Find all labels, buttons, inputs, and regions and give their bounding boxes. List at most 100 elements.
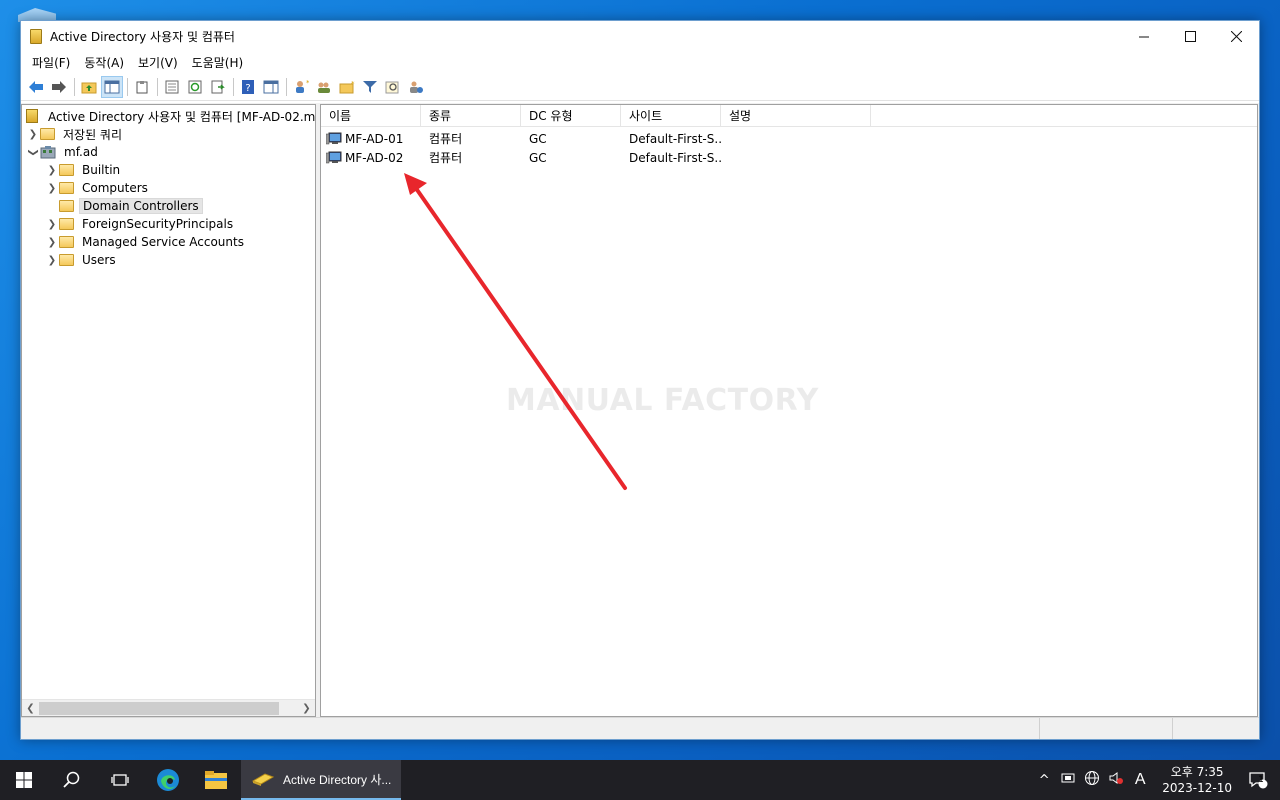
show-hide-console-tree-button[interactable] — [101, 75, 123, 98]
filter-button[interactable] — [359, 76, 381, 98]
status-segment-main — [21, 718, 1039, 739]
tree-item-builtin[interactable]: ❯ Builtin — [22, 161, 315, 179]
notification-center-button[interactable]: 1 — [1242, 771, 1280, 789]
minimize-icon — [1138, 36, 1149, 37]
close-button[interactable] — [1213, 21, 1259, 51]
clock-time: 오후 7:35 — [1170, 765, 1224, 779]
folder-icon — [59, 164, 74, 176]
tree-item-saved-queries[interactable]: ❯ 저장된 쿼리 — [22, 125, 315, 143]
up-one-level-button[interactable] — [78, 76, 100, 98]
details-pane[interactable]: 이름 종류 DC 유형 사이트 설명 MF-AD-01 컴퓨터 GC Defau… — [320, 104, 1258, 717]
menu-help[interactable]: 도움말(H) — [185, 54, 251, 71]
new-ou-button[interactable]: * — [336, 76, 358, 98]
svg-text:?: ? — [245, 83, 250, 94]
globe-icon[interactable] — [1080, 770, 1104, 790]
column-header-site[interactable]: 사이트 — [621, 105, 721, 126]
column-header-name[interactable]: 이름 — [321, 105, 421, 126]
row-type: 컴퓨터 — [429, 132, 463, 146]
export-icon — [211, 80, 225, 93]
tree-item-domain[interactable]: ❯ mf.ad — [22, 143, 315, 161]
row-name: MF-AD-02 — [345, 150, 404, 165]
find-icon — [385, 81, 399, 93]
tree-label-foreign-security-principals: ForeignSecurityPrincipals — [82, 217, 234, 231]
menu-action[interactable]: 동작(A) — [77, 54, 131, 71]
chevron-right-icon[interactable]: ❯ — [45, 165, 59, 176]
table-row[interactable]: MF-AD-02 컴퓨터 GC Default-First-S... — [321, 148, 1257, 167]
clipboard-icon — [136, 80, 148, 93]
export-list-button[interactable] — [207, 76, 229, 98]
forward-button[interactable] — [48, 76, 70, 98]
menu-file[interactable]: 파일(F) — [25, 54, 77, 71]
column-header-description[interactable]: 설명 — [721, 105, 871, 126]
clock-date: 2023-12-10 — [1162, 781, 1232, 795]
menu-bar: 파일(F) 동작(A) 보기(V) 도움말(H) — [21, 51, 1259, 73]
scroll-left-icon[interactable]: ❮ — [22, 703, 39, 714]
tree-label-domain-controllers: Domain Controllers — [79, 198, 203, 214]
scrollbar-thumb[interactable] — [39, 701, 279, 715]
tree-item-users[interactable]: ❯ Users — [22, 251, 315, 269]
network-adapter-icon[interactable] — [1056, 772, 1080, 788]
taskbar: Active Directory 사... ^ A 오후 7:35 2023-1… — [0, 760, 1280, 800]
chevron-right-icon[interactable]: ❯ — [45, 183, 59, 194]
task-view-icon — [111, 774, 129, 786]
folder-icon — [40, 128, 55, 140]
task-view-button[interactable] — [96, 760, 144, 800]
ime-indicator[interactable]: A — [1128, 771, 1152, 789]
chevron-right-icon[interactable]: ❯ — [45, 237, 59, 248]
new-group-button[interactable] — [313, 76, 335, 98]
list-header: 이름 종류 DC 유형 사이트 설명 — [321, 105, 1257, 127]
tree-label-saved-queries: 저장된 쿼리 — [63, 127, 123, 142]
chevron-down-icon[interactable]: ❯ — [28, 145, 39, 159]
svg-text:*: * — [351, 80, 355, 88]
start-button[interactable] — [0, 760, 48, 800]
scroll-right-icon[interactable]: ❯ — [298, 703, 315, 714]
tree-label-computers: Computers — [82, 181, 148, 195]
clock[interactable]: 오후 7:35 2023-12-10 — [1162, 764, 1232, 796]
maximize-button[interactable] — [1167, 21, 1213, 51]
toolbar: ? * * — [21, 73, 1259, 101]
search-button[interactable] — [48, 760, 96, 800]
status-segment — [1172, 718, 1259, 739]
domain-controller-icon — [326, 151, 342, 164]
column-header-dc-type[interactable]: DC 유형 — [521, 105, 621, 126]
horizontal-scrollbar[interactable]: ❮ ❯ — [22, 699, 315, 716]
domain-icon — [40, 145, 56, 159]
title-bar[interactable]: Active Directory 사용자 및 컴퓨터 — [21, 21, 1259, 51]
show-action-pane-button[interactable] — [260, 76, 282, 98]
row-type: 컴퓨터 — [429, 151, 463, 165]
help-button[interactable]: ? — [237, 76, 259, 98]
back-button[interactable] — [25, 76, 47, 98]
table-row[interactable]: MF-AD-01 컴퓨터 GC Default-First-S... — [321, 129, 1257, 148]
find-button[interactable] — [382, 76, 404, 98]
tree-item-root[interactable]: Active Directory 사용자 및 컴퓨터 [MF-AD-02.mf — [22, 107, 315, 125]
tree-item-domain-controllers[interactable]: Domain Controllers — [22, 197, 315, 215]
tree-label-users: Users — [82, 253, 116, 267]
new-user-button[interactable]: * — [290, 76, 312, 98]
tree-item-foreign-security-principals[interactable]: ❯ ForeignSecurityPrincipals — [22, 215, 315, 233]
edge-button[interactable] — [144, 760, 192, 800]
column-header-type[interactable]: 종류 — [421, 105, 521, 126]
chevron-right-icon[interactable]: ❯ — [45, 219, 59, 230]
file-explorer-icon — [205, 771, 227, 789]
refresh-button[interactable] — [184, 76, 206, 98]
window-title: Active Directory 사용자 및 컴퓨터 — [50, 29, 235, 44]
speaker-muted-icon[interactable] — [1104, 771, 1128, 789]
tree-item-managed-service-accounts[interactable]: ❯ Managed Service Accounts — [22, 233, 315, 251]
ad-app-icon — [30, 28, 42, 44]
console-tree[interactable]: Active Directory 사용자 및 컴퓨터 [MF-AD-02.mf … — [21, 104, 316, 717]
row-name: MF-AD-01 — [345, 131, 404, 146]
minimize-button[interactable] — [1121, 21, 1167, 51]
chevron-right-icon[interactable]: ❯ — [45, 255, 59, 266]
menu-view[interactable]: 보기(V) — [131, 54, 185, 71]
file-explorer-button[interactable] — [192, 760, 240, 800]
watermark: MANUAL FACTORY — [506, 383, 819, 418]
help-icon: ? — [242, 79, 254, 94]
clipboard-button[interactable] — [131, 76, 153, 98]
chevron-right-icon[interactable]: ❯ — [26, 129, 40, 140]
refresh-icon — [188, 80, 202, 93]
add-to-group-button[interactable] — [405, 76, 427, 98]
properties-button[interactable] — [161, 76, 183, 98]
chevron-up-icon[interactable]: ^ — [1032, 773, 1056, 788]
tree-item-computers[interactable]: ❯ Computers — [22, 179, 315, 197]
taskbar-app-active-directory[interactable]: Active Directory 사... — [241, 760, 401, 800]
